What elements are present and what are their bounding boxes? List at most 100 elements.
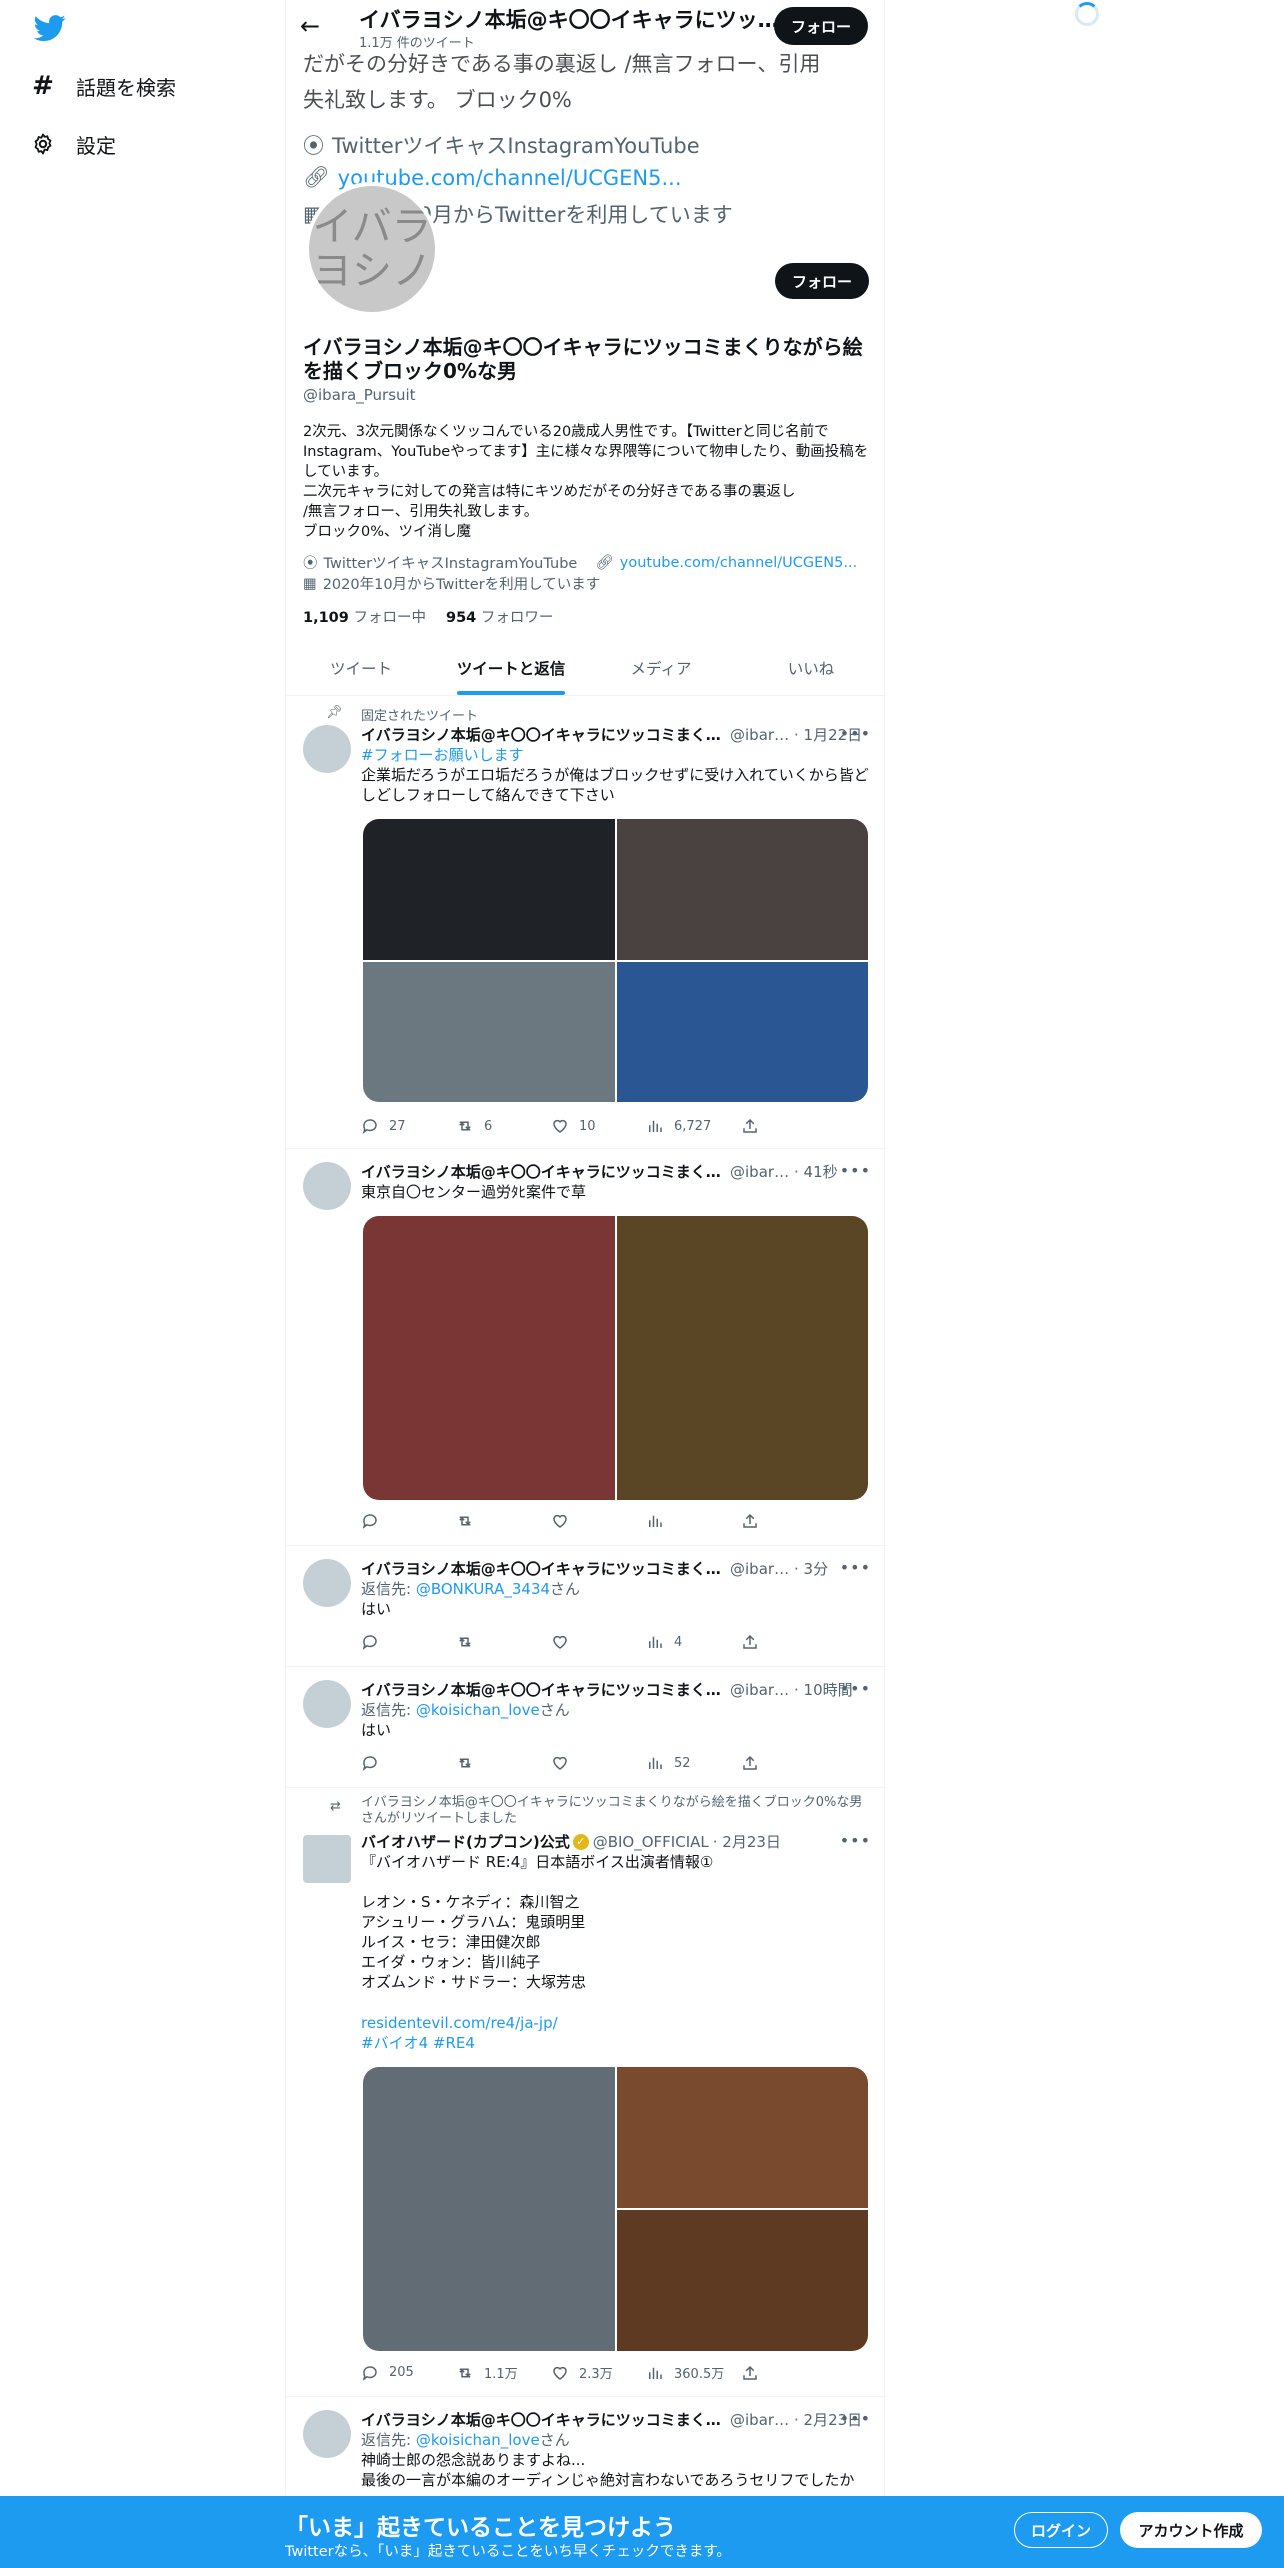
profile-follow-button[interactable]: フォロー [775, 263, 869, 299]
tweet-author-name[interactable]: バイオハザード(カプコン)公式 [361, 1831, 570, 1852]
views-icon [649, 1636, 662, 1648]
media-image[interactable] [616, 2067, 868, 2208]
following-link[interactable]: 1,109 フォロー中 [303, 606, 426, 627]
tweet-header: バイオハザード(カプコン)公式 ✓ @BIO_OFFICIAL · 2月23日 [361, 1831, 871, 1852]
tab-tweets-and-replies[interactable]: ツイートと返信 [436, 640, 586, 695]
tweet-author-handle[interactable]: @BIO_OFFICIAL [593, 1833, 709, 1851]
avatar[interactable] [303, 725, 351, 773]
media-image[interactable] [616, 961, 868, 1102]
header-follow-button[interactable]: フォロー [774, 7, 868, 45]
tweet-hashtag[interactable]: #フォローお願いします [361, 745, 871, 765]
views-button[interactable]: 52 [646, 1754, 741, 1772]
like-button[interactable]: 10 [551, 1117, 646, 1135]
tweet-author-handle[interactable]: @ibara_Pursuit [730, 1163, 790, 1181]
avatar[interactable] [303, 1835, 351, 1883]
tweet[interactable]: イバラヨシノ本垢@キ〇〇イキャラにツッコミまくりながら絵を描くブロック0%な男 … [286, 1547, 886, 1667]
tab-likes[interactable]: いいね [736, 640, 886, 695]
tab-tweets[interactable]: ツイート [286, 640, 436, 695]
profile-avatar[interactable]: イバラ ヨシノ [305, 182, 439, 316]
tab-media[interactable]: メディア [586, 640, 736, 695]
tweet-author-name[interactable]: イバラヨシノ本垢@キ〇〇イキャラにツッコミまくりながら絵を描くブロック0%な男 [361, 2409, 726, 2430]
retweet-icon: ⇄ [330, 1799, 341, 1814]
media-image[interactable] [363, 961, 615, 1102]
like-button[interactable] [551, 1633, 646, 1651]
media-image[interactable] [363, 819, 615, 960]
more-icon[interactable]: ••• [840, 1831, 871, 1850]
reply-to-handle[interactable]: @koisichan_love [416, 2431, 540, 2449]
views-button[interactable]: 4 [646, 1633, 741, 1651]
share-icon [743, 1513, 757, 1528]
views-button[interactable] [646, 1512, 741, 1530]
tweet-author-name[interactable]: イバラヨシノ本垢@キ〇〇イキャラにツッコミまくりながら絵を描くブロック0%な男 [361, 724, 726, 745]
reply-button[interactable]: 27 [361, 1117, 456, 1135]
followers-link[interactable]: 954 フォロワー [446, 606, 553, 627]
reply-button[interactable]: 205 [361, 2363, 456, 2382]
tweet-author-handle[interactable]: @ibara_Pursuit [730, 1560, 790, 1578]
tweet-author-handle[interactable]: @ibara_Pursuit [730, 726, 790, 744]
nav-explore[interactable]: # 話題を検索 [30, 64, 176, 108]
retweet-button[interactable] [456, 1512, 551, 1530]
twitter-logo-icon[interactable] [32, 12, 68, 44]
tweet-text: はい [361, 1600, 392, 1618]
tweet-hashtags[interactable]: #バイオ4 #RE4 [361, 2033, 871, 2053]
more-icon[interactable]: ••• [840, 1161, 871, 1180]
like-button[interactable]: 2.3万 [551, 2363, 646, 2382]
profile-header-bar: ← イバラヨシノ本垢@キ〇〇イキャラにツッコミまくりながら絵を描くブロック0%な… [286, 0, 886, 54]
tweet-author-name[interactable]: イバラヨシノ本垢@キ〇〇イキャラにツッコミまくりながら絵を描くブロック0%な男 [361, 1161, 726, 1182]
tweet-time[interactable]: · 41秒 [794, 1161, 838, 1182]
like-button[interactable] [551, 1512, 646, 1530]
avatar[interactable] [303, 1559, 351, 1607]
reply-button[interactable] [361, 1633, 456, 1651]
share-button[interactable] [741, 1633, 771, 1651]
media-image[interactable] [616, 819, 868, 960]
avatar[interactable] [303, 1162, 351, 1210]
tweet[interactable]: イバラヨシノ本垢@キ〇〇イキャラにツッコミまくりながら絵を描くブロック0%な男 … [286, 1668, 886, 1788]
tweet-author-handle[interactable]: @ibara_Pursuit [730, 1681, 790, 1699]
retweet-button[interactable] [456, 1633, 551, 1651]
avatar[interactable] [303, 1680, 351, 1728]
more-icon[interactable]: ••• [840, 2409, 871, 2428]
reply-to-handle[interactable]: @BONKURA_3434 [416, 1580, 550, 1598]
tweet-author-name[interactable]: イバラヨシノ本垢@キ〇〇イキャラにツッコミまくりながら絵を描くブロック0%な男 [361, 1558, 726, 1579]
retweet-button[interactable] [456, 1754, 551, 1772]
share-button[interactable] [741, 1754, 771, 1772]
profile-url[interactable]: youtube.com/channel/UCGEN5... [620, 555, 857, 571]
tweet-time[interactable]: · 2月23日 [713, 1831, 781, 1852]
tweet-time[interactable]: · 3分 [794, 1558, 828, 1579]
nav-settings[interactable]: 設定 [30, 122, 116, 166]
share-button[interactable] [741, 1512, 771, 1530]
views-button[interactable]: 6,727 [646, 1117, 741, 1135]
tweet-author-name[interactable]: イバラヨシノ本垢@キ〇〇イキャラにツッコミまくりながら絵を描くブロック0%な男 [361, 1679, 726, 1700]
tweet-author-handle[interactable]: @ibara_Pursuit [730, 2411, 790, 2429]
reply-button[interactable] [361, 1512, 456, 1530]
tweet-header: イバラヨシノ本垢@キ〇〇イキャラにツッコミまくりながら絵を描くブロック0%な男 … [361, 724, 871, 745]
nav-explore-label: 話題を検索 [76, 75, 176, 100]
tweet-link[interactable]: residentevil.com/re4/ja-jp/ [361, 2013, 871, 2033]
retweet-button[interactable]: 6 [456, 1117, 551, 1135]
tweet[interactable]: イバラヨシノ本垢@キ〇〇イキャラにツッコミまくりながら絵を描くブロック0%な男 … [286, 1150, 886, 1546]
more-icon[interactable]: ••• [840, 724, 871, 743]
tweet-pinned[interactable]: 📌︎ 固定されたツイート イバラヨシノ本垢@キ〇〇イキャラにツッコミまくりながら… [286, 697, 886, 1149]
media-image[interactable] [616, 2210, 868, 2351]
more-icon[interactable]: ••• [840, 1679, 871, 1698]
more-icon[interactable]: ••• [840, 1558, 871, 1577]
media-image[interactable] [363, 2067, 615, 2351]
signup-button[interactable]: アカウント作成 [1120, 2512, 1262, 2548]
like-button[interactable] [551, 1754, 646, 1772]
media-image[interactable] [363, 1216, 615, 1500]
avatar[interactable] [303, 2410, 351, 2458]
profile-meta-row1: ⦿ TwitterツイキャスInstagramYouTube 🔗︎ youtub… [303, 552, 857, 573]
share-button[interactable] [741, 1117, 771, 1135]
login-button[interactable]: ログイン [1014, 2512, 1108, 2548]
share-button[interactable] [741, 2363, 771, 2382]
main-column: だがその分好きである事の裏返し /無言フォロー、引用 失礼致します。 ブロック0… [285, 0, 886, 2568]
reply-button[interactable] [361, 1754, 456, 1772]
media-image[interactable] [616, 1216, 868, 1500]
calendar-icon: ▦ [303, 575, 317, 592]
profile-name: イバラヨシノ本垢@キ〇〇イキャラにツッコミまくりながら絵を描くブロック0%な男 [303, 335, 863, 383]
views-button[interactable]: 360.5万 [646, 2363, 741, 2382]
tweet-retweeted[interactable]: ⇄ イバラヨシノ本垢@キ〇〇イキャラにツッコミまくりながら絵を描くブロック0%な… [286, 1789, 886, 2397]
back-arrow-icon[interactable]: ← [300, 12, 320, 40]
reply-to-handle[interactable]: @koisichan_love [416, 1701, 540, 1719]
retweet-button[interactable]: 1.1万 [456, 2363, 551, 2382]
